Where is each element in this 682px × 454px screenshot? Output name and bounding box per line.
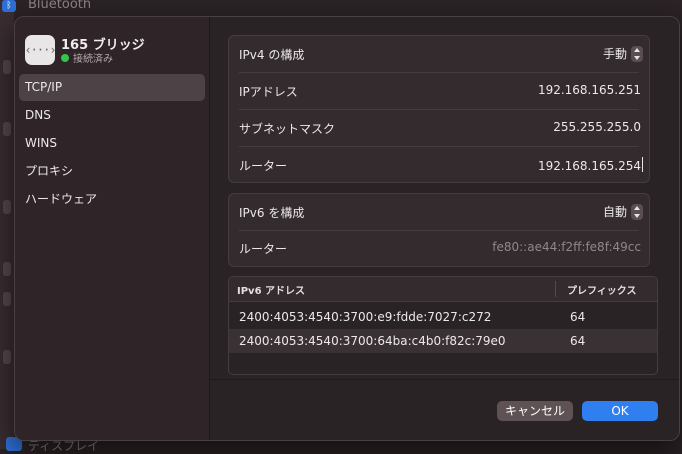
- ipv4-card: IPv4 の構成 手動 IPアドレス 192.168.165.251 サブネット…: [228, 35, 650, 183]
- cancel-button[interactable]: キャンセル: [497, 401, 573, 421]
- ipv4-config-value: 手動: [602, 47, 627, 61]
- bluetooth-icon: ᛒ: [2, 0, 16, 12]
- ipv6-card: IPv6 を構成 自動 ルーター fe80::ae44:f2ff:fe8f:49…: [228, 193, 650, 267]
- subnet-mask-field[interactable]: 255.255.255.0: [553, 120, 641, 134]
- ipv4-config-popup[interactable]: 手動: [603, 45, 643, 62]
- sidebar-item-dns[interactable]: DNS: [19, 102, 205, 129]
- background-sidebar-icon: [3, 262, 11, 276]
- updown-chevron-icon: [631, 203, 643, 220]
- dialog-main: IPv4 の構成 手動 IPアドレス 192.168.165.251 サブネット…: [210, 17, 679, 440]
- ipv4-config-row: IPv4 の構成 手動: [229, 36, 649, 72]
- sidebar-item-wins[interactable]: WINS: [19, 130, 205, 157]
- background-sidebar-strip: [0, 0, 14, 449]
- table-row[interactable]: 2400:4053:4540:3700:e9:fdde:7027:c272 64: [229, 305, 657, 329]
- ok-button[interactable]: OK: [582, 401, 658, 421]
- ipv4-router-row: ルーター 192.168.165.254: [229, 147, 649, 183]
- ipv6-address-table: IPv6 アドレス プレフィックス 2400:4053:4540:3700:e9…: [228, 276, 658, 375]
- ipv4-config-label: IPv4 の構成: [239, 48, 305, 62]
- background-sidebar-icon: [3, 60, 11, 74]
- network-details-dialog: ‹···› 165 ブリッジ 接続済み TCP/IP DNS WINS プロキシ…: [14, 16, 680, 441]
- ipv6-router-value: fe80::ae44:f2ff:fe8f:49cc: [492, 240, 641, 254]
- bridge-icon: ‹···›: [24, 35, 57, 65]
- ipv6-config-row: IPv6 を構成 自動: [229, 194, 649, 230]
- prefix-cell: 64: [570, 310, 586, 324]
- ipv6-config-value: 自動: [602, 205, 627, 219]
- ipv6-router-row: ルーター fe80::ae44:f2ff:fe8f:49cc: [229, 230, 649, 266]
- column-header-ipv6-address[interactable]: IPv6 アドレス: [237, 282, 305, 297]
- ipv6-router-label: ルーター: [239, 242, 288, 256]
- ipv4-router-value: 192.168.165.254: [537, 159, 641, 173]
- ipv6-address-cell: 2400:4053:4540:3700:64ba:c4b0:f82c:79e0: [239, 334, 506, 348]
- dialog-sidebar: ‹···› 165 ブリッジ 接続済み TCP/IP DNS WINS プロキシ…: [15, 17, 210, 440]
- column-header-prefix[interactable]: プレフィックス: [567, 282, 637, 297]
- background-sidebar-icon: [3, 292, 11, 306]
- ipv6-config-label: IPv6 を構成: [239, 206, 305, 220]
- text-cursor: [642, 157, 643, 172]
- table-header: IPv6 アドレス プレフィックス: [229, 277, 657, 302]
- footer-divider: [210, 379, 679, 380]
- ip-address-row: IPアドレス 192.168.165.251: [229, 73, 649, 109]
- prefix-cell: 64: [570, 334, 586, 348]
- background-sidebar-icon: [3, 350, 11, 364]
- ipv4-router-label: ルーター: [239, 159, 288, 173]
- ip-address-field[interactable]: 192.168.165.251: [538, 83, 641, 97]
- background-top: [14, 0, 682, 14]
- subnet-mask-row: サブネットマスク 255.255.255.0: [229, 110, 649, 146]
- table-row[interactable]: 2400:4053:4540:3700:64ba:c4b0:f82c:79e0 …: [229, 329, 657, 353]
- ipv6-address-cell: 2400:4053:4540:3700:e9:fdde:7027:c272: [239, 310, 492, 324]
- sidebar-item-proxy[interactable]: プロキシ: [19, 158, 205, 185]
- ipv4-router-field[interactable]: 192.168.165.254: [538, 157, 643, 173]
- sidebar-item-tcpip[interactable]: TCP/IP: [19, 74, 205, 101]
- ipv6-config-popup[interactable]: 自動: [603, 203, 643, 220]
- subnet-mask-label: サブネットマスク: [239, 122, 336, 136]
- connected-status-icon: [61, 54, 69, 62]
- background-sidebar-icon: [3, 200, 11, 214]
- sidebar-item-hardware[interactable]: ハードウェア: [19, 186, 205, 213]
- column-separator: [555, 281, 556, 297]
- ip-address-label: IPアドレス: [239, 85, 298, 99]
- device-status: 接続済み: [73, 54, 113, 65]
- background-sidebar-icon: [3, 122, 11, 136]
- updown-chevron-icon: [631, 45, 643, 62]
- background-bluetooth-item[interactable]: Bluetooth: [28, 0, 91, 12]
